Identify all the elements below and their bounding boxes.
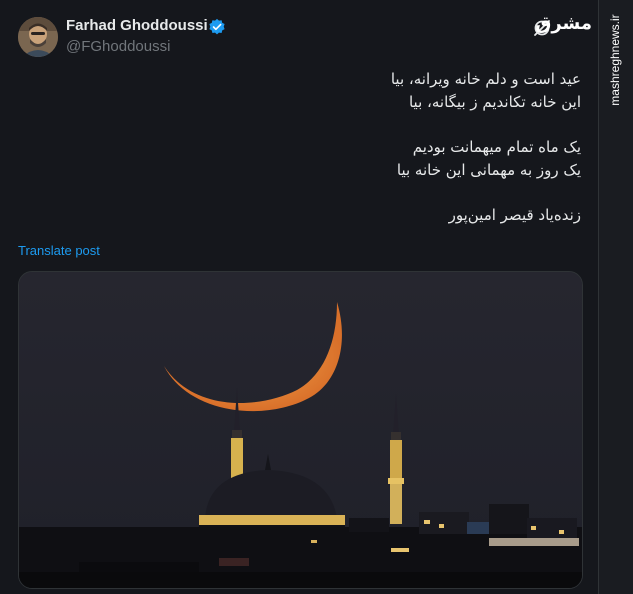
verified-badge-icon	[209, 18, 225, 35]
translate-post-link[interactable]: Translate post	[18, 243, 100, 258]
post-line: یک روز به مهمانی این خانه بیا	[396, 161, 581, 179]
post-line: زنده‌یاد قیصر امین‌پور	[448, 206, 581, 224]
avatar[interactable]	[18, 17, 58, 57]
post-line: عید است و دلم خانه ویرانه، بیا	[390, 70, 581, 88]
post-text: عید است و دلم خانه ویرانه، بیا این خانه …	[61, 68, 581, 227]
post-line-gap	[61, 114, 581, 136]
author-handle[interactable]: @FGhoddoussi	[66, 38, 170, 55]
author-name[interactable]: Farhad Ghoddoussi	[66, 17, 208, 34]
post-line: یک ماه تمام میهمانت بودیم	[412, 138, 581, 156]
avatar-image	[18, 17, 58, 57]
divider	[598, 0, 599, 594]
post-line: این خانه تکاندیم ز بیگانه، بیا	[408, 93, 581, 111]
post: Farhad Ghoddoussi @FGhoddoussi عید است و…	[0, 0, 598, 594]
watermark-site: mashreghnews.ir	[600, 0, 630, 130]
mosque-moon-photo	[19, 272, 582, 588]
watermark-logo: مشرق	[535, 13, 592, 34]
watermark-site-label: mashreghnews.ir	[608, 14, 622, 106]
post-line-gap	[61, 182, 581, 204]
post-image[interactable]	[18, 271, 583, 589]
